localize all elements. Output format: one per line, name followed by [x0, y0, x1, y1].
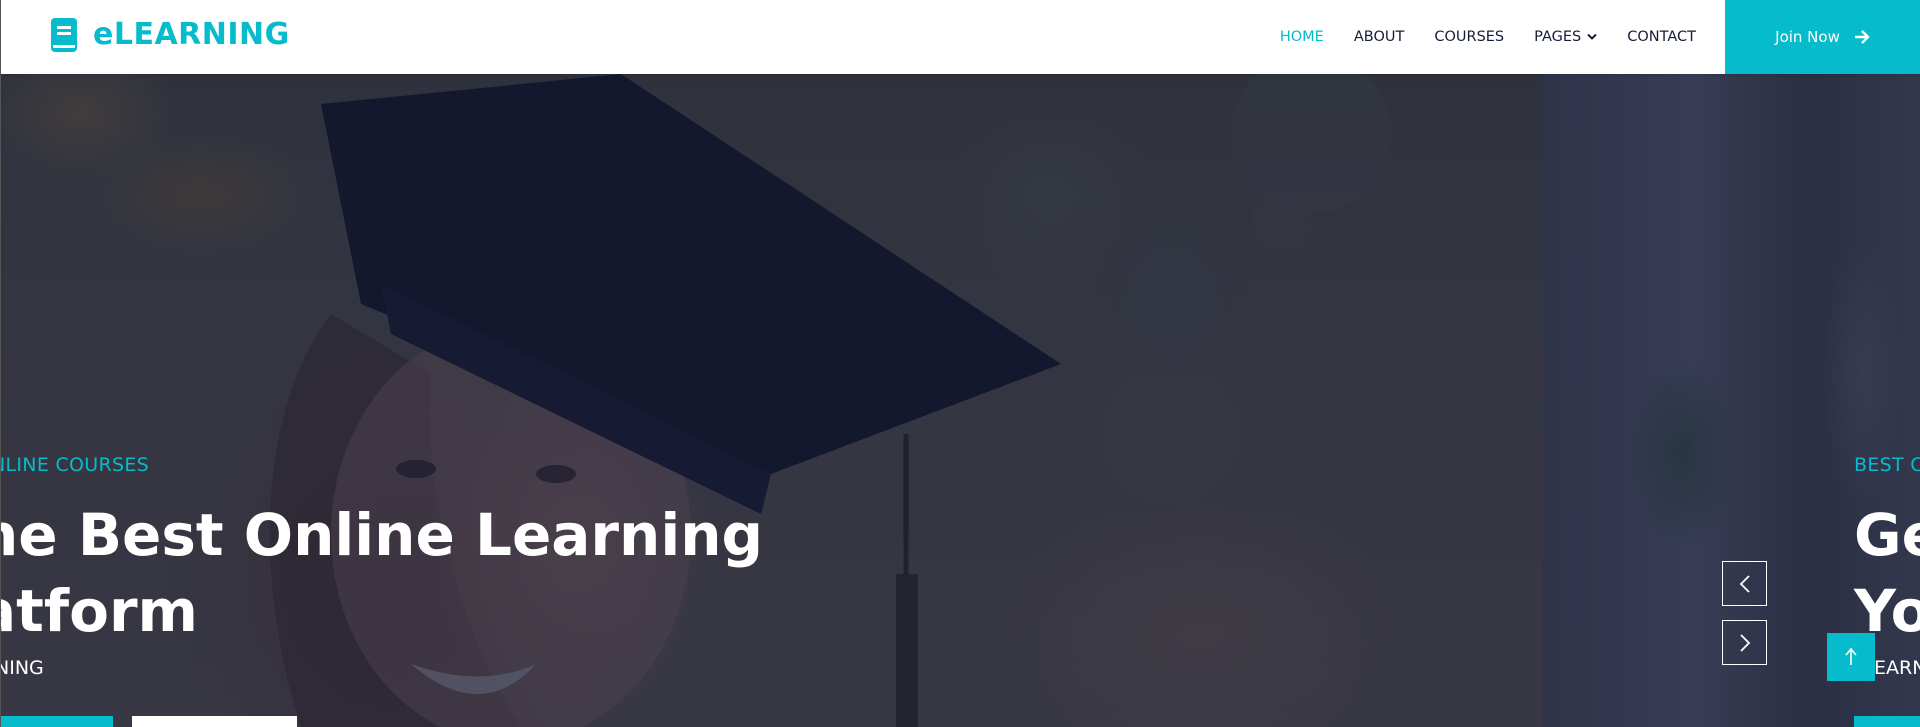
carousel-prev-button[interactable]	[1722, 561, 1767, 606]
carousel-slide-1: NLINE COURSES he Best Online Learning at…	[1, 74, 1543, 727]
join-now-button[interactable]: Join Now	[1725, 0, 1920, 74]
book-icon	[51, 17, 77, 52]
navbar: eLEARNING HOME ABOUT COURSES PAGES CONTA…	[0, 0, 1920, 74]
join-now-slide-button[interactable]	[132, 716, 297, 727]
carousel-next-button[interactable]	[1722, 620, 1767, 665]
slide-2-read-more-button[interactable]	[1854, 716, 1920, 727]
slide-tagline: NLINE COURSES	[1, 454, 150, 476]
nav-menu: HOME ABOUT COURSES PAGES CONTACT	[1250, 0, 1696, 74]
slide-headline: he Best Online Learning atform	[1, 497, 763, 649]
slide-headline-line-1: he Best Online Learning	[1, 501, 764, 569]
nav-item-pages-label: PAGES	[1534, 29, 1582, 45]
slide-2-headline: Ge Yo	[1854, 497, 1920, 649]
hero-carousel: NLINE COURSES he Best Online Learning at…	[0, 74, 1920, 727]
read-more-button[interactable]	[1, 716, 113, 727]
arrow-right-icon	[1854, 30, 1870, 44]
nav-item-about[interactable]: ABOUT	[1354, 29, 1405, 45]
slide-2-subtext: EARN	[1874, 657, 1920, 679]
chevron-right-icon	[1739, 633, 1750, 652]
brand-name: eLEARNING	[93, 17, 290, 52]
chevron-down-icon	[1587, 33, 1597, 40]
join-now-label: Join Now	[1775, 28, 1840, 46]
chevron-left-icon	[1739, 574, 1750, 593]
back-to-top-button[interactable]	[1827, 633, 1875, 681]
nav-item-home[interactable]: HOME	[1280, 29, 1324, 45]
slide-2-headline-line-1: Ge	[1854, 501, 1920, 569]
slide-2-tagline: BEST C	[1854, 454, 1920, 476]
slide-headline-line-2: atform	[1, 577, 198, 645]
brand-logo[interactable]: eLEARNING	[49, 17, 290, 52]
nav-item-pages[interactable]: PAGES	[1534, 29, 1597, 45]
slide-subtext: NING	[1, 657, 44, 679]
arrow-up-icon	[1845, 647, 1857, 665]
nav-item-contact[interactable]: CONTACT	[1627, 29, 1696, 45]
nav-item-courses[interactable]: COURSES	[1434, 29, 1504, 45]
